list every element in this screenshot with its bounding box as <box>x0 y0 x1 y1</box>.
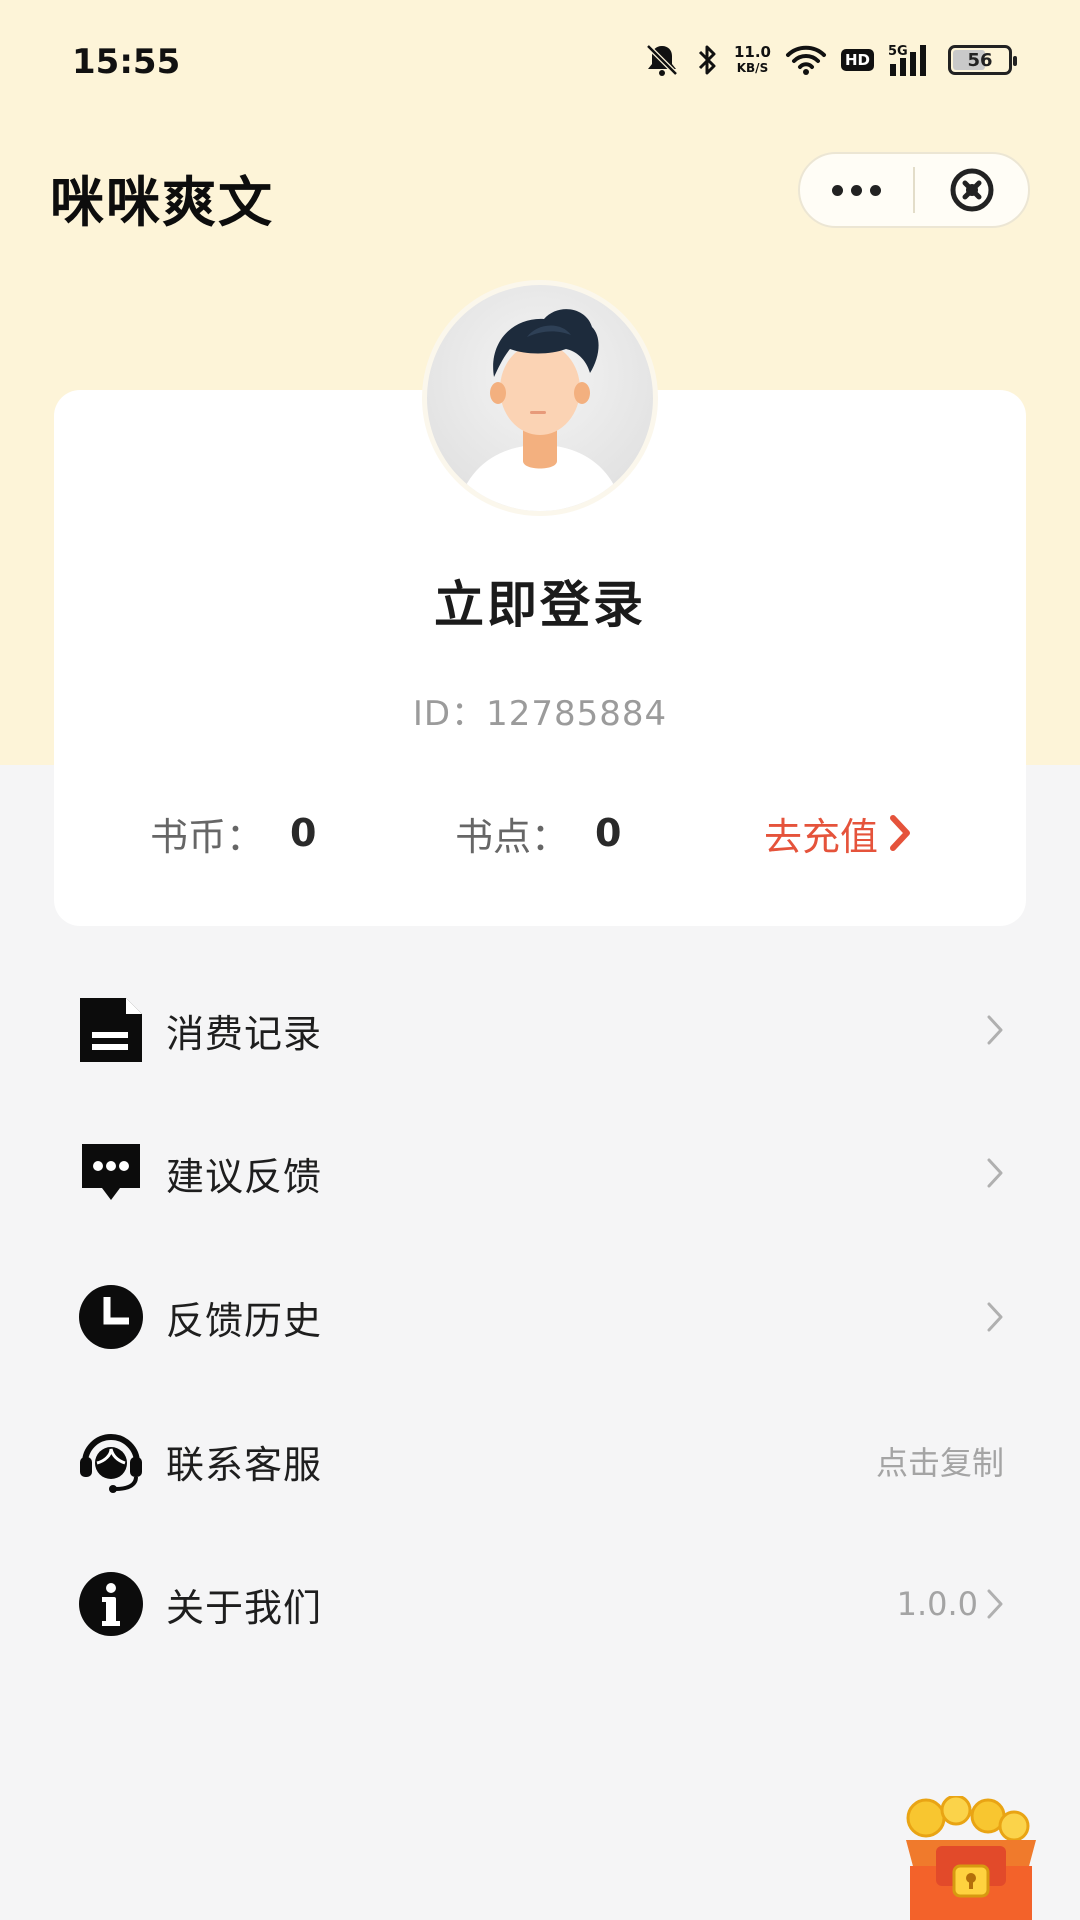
menu-item-feedback-history[interactable]: 反馈历史 <box>54 1257 1026 1377</box>
coins-value: 0 <box>290 811 317 855</box>
mini-program-capsule <box>798 152 1030 228</box>
menu-item-customer-service[interactable]: 联系客服 点击复制 <box>54 1401 1026 1521</box>
battery-level: 56 <box>967 49 993 71</box>
points-stat: 书点： 0 <box>455 808 622 859</box>
treasure-chest-icon <box>906 1794 1036 1920</box>
hd-badge: HD <box>840 40 874 80</box>
menu-item-label: 建议反馈 <box>166 1154 323 1199</box>
menu-item-right: 1.0.0 <box>897 1585 1004 1623</box>
more-button[interactable] <box>800 154 913 226</box>
menu-item-about-us[interactable]: 关于我们 1.0.0 <box>54 1544 1026 1664</box>
copy-contact-button[interactable]: 点击复制 <box>876 1438 1004 1484</box>
chevron-right-icon <box>987 1158 1003 1188</box>
more-icon <box>832 184 881 196</box>
menu-item-right <box>978 1014 1004 1046</box>
menu-item-label: 关于我们 <box>166 1585 323 1630</box>
wifi-icon <box>785 40 827 80</box>
menu-item-label: 联系客服 <box>166 1442 323 1487</box>
avatar[interactable] <box>422 280 658 516</box>
recharge-label: 去充值 <box>764 814 879 859</box>
treasure-chest-floating-button[interactable] <box>896 1794 1046 1920</box>
net-speed-value: 11.0 <box>733 43 771 61</box>
coins-stat: 书币： 0 <box>150 808 317 859</box>
recharge-button[interactable]: 去充值 <box>764 808 912 859</box>
status-icons: 11.0 KB/S HD 5G 56 <box>642 40 1017 80</box>
user-id: ID：12785884 <box>412 694 668 734</box>
points-value: 0 <box>595 811 622 855</box>
net-speed: 11.0 KB/S <box>734 40 771 80</box>
chat-bubble-icon <box>76 1138 146 1208</box>
login-button[interactable]: 立即登录 <box>0 565 1080 637</box>
close-circle-icon <box>950 168 993 212</box>
menu-item-label: 反馈历史 <box>166 1298 323 1343</box>
status-time: 15:55 <box>72 42 181 82</box>
bluetooth-icon <box>696 40 720 80</box>
hd-label: HD <box>840 49 874 71</box>
mute-bell-icon <box>642 40 682 80</box>
signal-icon: 5G <box>888 40 934 80</box>
menu-item-right <box>978 1301 1004 1333</box>
chevron-right-icon <box>987 1302 1003 1332</box>
coins-label: 书币： <box>150 814 265 859</box>
menu-item-consumption-records[interactable]: 消费记录 <box>54 970 1026 1090</box>
info-icon <box>76 1569 146 1639</box>
chevron-right-icon <box>987 1015 1003 1045</box>
document-icon <box>76 995 146 1065</box>
status-bar: 15:55 11.0 KB/S HD 5G 56 <box>0 0 1080 120</box>
menu-item-feedback[interactable]: 建议反馈 <box>54 1113 1026 1233</box>
close-button[interactable] <box>915 154 1028 226</box>
menu-item-right-text: 点击复制 <box>875 1444 1004 1482</box>
chevron-right-icon <box>987 1589 1003 1619</box>
battery-icon: 56 <box>948 40 1017 80</box>
app-version: 1.0.0 <box>896 1585 978 1623</box>
app-title: 咪咪爽文 <box>50 171 274 234</box>
chevron-right-icon <box>890 815 911 851</box>
points-label: 书点： <box>455 814 570 859</box>
signal-label: 5G <box>888 44 908 59</box>
menu-item-right <box>978 1157 1004 1189</box>
clock-icon <box>76 1282 146 1352</box>
net-speed-unit: KB/S <box>736 61 769 75</box>
menu-item-label: 消费记录 <box>166 1011 323 1056</box>
headset-icon <box>76 1426 146 1496</box>
